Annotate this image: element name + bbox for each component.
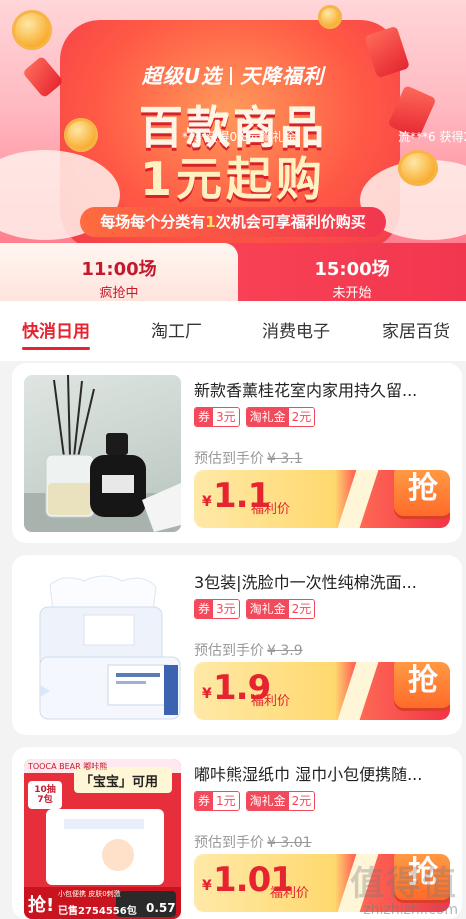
product-tags: 券 3元 淘礼金 2元 <box>194 599 321 619</box>
coupon-value: 1元 <box>213 792 239 810</box>
product-tags: 券 1元 淘礼金 2元 <box>194 791 321 811</box>
welfare-price-label: 福利价 <box>251 502 291 517</box>
gift-value: 2元 <box>288 408 315 426</box>
est-price-value: ¥ 3.1 <box>267 451 303 467</box>
grab-button[interactable]: 抢 <box>394 662 450 708</box>
promo-banner: 超级U选 天降福利 百款商品 1元起购 **3 获得0.8元淘礼金 流***6 获… <box>0 0 466 245</box>
coupon-badge: 券 3元 <box>194 599 240 619</box>
currency-symbol: ¥ <box>202 494 212 510</box>
tab-electronics[interactable]: 消费电子 <box>262 317 330 342</box>
coupon-value: 3元 <box>213 408 239 426</box>
coupon-value: 3元 <box>213 600 239 618</box>
category-tabs: 快消日用 淘工厂 消费电子 家居百货 <box>0 301 466 361</box>
buy-bar[interactable]: ¥ 1.1 福利价 抢 <box>194 470 450 528</box>
image-price-text: 0.57 <box>146 901 176 915</box>
banner-tagline: 超级U选 天降福利 <box>0 60 466 89</box>
tagline-separator <box>230 67 233 85</box>
product-title[interactable]: 新款香薰桂花室内家用持久留... <box>194 377 450 401</box>
winner-ticker: 流***6 获得2 <box>398 130 466 144</box>
welfare-price-label: 福利价 <box>270 886 310 901</box>
session-tabs: 11:00场 疯抢中 15:00场 未开始 <box>0 243 466 301</box>
product-title[interactable]: 3包装|洗脸巾一次性纯棉洗面... <box>194 569 450 593</box>
tab-daily-goods[interactable]: 快消日用 <box>22 317 90 350</box>
coin-icon <box>318 5 342 29</box>
estimated-price: 预估到手价 ¥ 3.01 <box>194 832 312 852</box>
site-watermark: 值得值 zhizhizhi.com <box>350 867 458 917</box>
image-grab-text: 抢! <box>28 895 55 916</box>
est-label: 预估到手价 <box>194 643 264 659</box>
coupon-key: 券 <box>195 408 214 426</box>
currency-symbol: ¥ <box>202 686 212 702</box>
estimated-price: 预估到手价 ¥ 3.1 <box>194 448 303 468</box>
gift-key: 淘礼金 <box>246 408 289 426</box>
banner-rule-text: 每场每个分类有1次机会可享福利价购买 <box>80 207 386 237</box>
coupon-badge: 券 1元 <box>194 791 240 811</box>
coupon-key: 券 <box>195 792 214 810</box>
product-tags: 券 3元 淘礼金 2元 <box>194 407 321 427</box>
face-towel-image <box>39 575 181 720</box>
coupon-badge: 券 3元 <box>194 407 240 427</box>
product-title[interactable]: 嘟咔熊湿纸巾 湿巾小包便携随... <box>194 761 450 785</box>
session-time: 11:00场 <box>81 259 157 280</box>
product-card[interactable]: 3包装|洗脸巾一次性纯棉洗面... 券 3元 淘礼金 2元 预估到手价 ¥ 3.9 ¥… <box>12 555 462 735</box>
product-card[interactable]: 新款香薰桂花室内家用持久留... 券 3元 淘礼金 2元 预估到手价 ¥ 3.1 ¥ … <box>12 363 462 543</box>
image-pack-text: 10抽 7包 <box>34 785 56 805</box>
product-card[interactable]: TOOCA BEAR 嘟咔熊 「宝宝」可用 10抽 7包 抢! 小包便携 皮肤0… <box>12 747 462 919</box>
gift-money-badge: 淘礼金 2元 <box>245 791 316 811</box>
banner-subheadline: 1元起购 <box>139 152 326 206</box>
coupon-key: 券 <box>195 600 214 618</box>
session-tab-1100[interactable]: 11:00场 疯抢中 <box>0 243 238 301</box>
product-image[interactable] <box>24 375 181 532</box>
watermark-sub: zhizhizhi.com <box>363 902 458 918</box>
est-label: 预估到手价 <box>194 451 264 467</box>
tagline-right: 天降福利 <box>240 64 325 88</box>
est-price-value: ¥ 3.9 <box>267 643 303 659</box>
rule-text-pre: 每场每个分类有 <box>100 213 206 231</box>
gift-value: 2元 <box>288 792 315 810</box>
gift-money-badge: 淘礼金 2元 <box>245 407 316 427</box>
product-image[interactable]: TOOCA BEAR 嘟咔熊 「宝宝」可用 10抽 7包 抢! 小包便携 皮肤0… <box>24 759 181 919</box>
bar-divider <box>335 662 381 720</box>
est-price-value: ¥ 3.01 <box>267 835 312 851</box>
watermark-main: 值得值 <box>350 864 458 904</box>
session-time: 15:00场 <box>314 259 390 280</box>
winner-ticker: **3 获得0.8元淘礼金 <box>182 130 297 144</box>
currency-symbol: ¥ <box>202 878 212 894</box>
gift-key: 淘礼金 <box>246 792 289 810</box>
welfare-price-label: 福利价 <box>251 694 291 709</box>
gift-money-badge: 淘礼金 2元 <box>245 599 316 619</box>
bar-divider <box>335 470 381 528</box>
rule-text-post: 次机会可享福利价购买 <box>215 213 366 231</box>
session-tab-1500[interactable]: 15:00场 未开始 <box>238 243 466 301</box>
buy-bar[interactable]: ¥ 1.9 福利价 抢 <box>194 662 450 720</box>
image-badge-text: 「宝宝」可用 <box>80 775 159 790</box>
gift-value: 2元 <box>288 600 315 618</box>
tagline-left: 超级U选 <box>141 64 223 88</box>
product-image[interactable] <box>24 567 181 724</box>
rule-text-highlight: 1 <box>205 213 216 231</box>
tab-home-goods[interactable]: 家居百货 <box>382 317 450 342</box>
gift-key: 淘礼金 <box>246 600 289 618</box>
grab-button[interactable]: 抢 <box>394 470 450 516</box>
image-sold-text: 已售2754556包 <box>58 906 137 917</box>
diffuser-image <box>24 375 181 532</box>
coin-icon <box>12 10 52 50</box>
session-status: 疯抢中 <box>99 286 139 301</box>
estimated-price: 预估到手价 ¥ 3.9 <box>194 640 303 660</box>
image-note-text: 小包便携 皮肤0刺激 <box>58 890 121 898</box>
session-status: 未开始 <box>332 286 372 301</box>
est-label: 预估到手价 <box>194 835 264 851</box>
tab-taobao-factory[interactable]: 淘工厂 <box>151 317 202 342</box>
